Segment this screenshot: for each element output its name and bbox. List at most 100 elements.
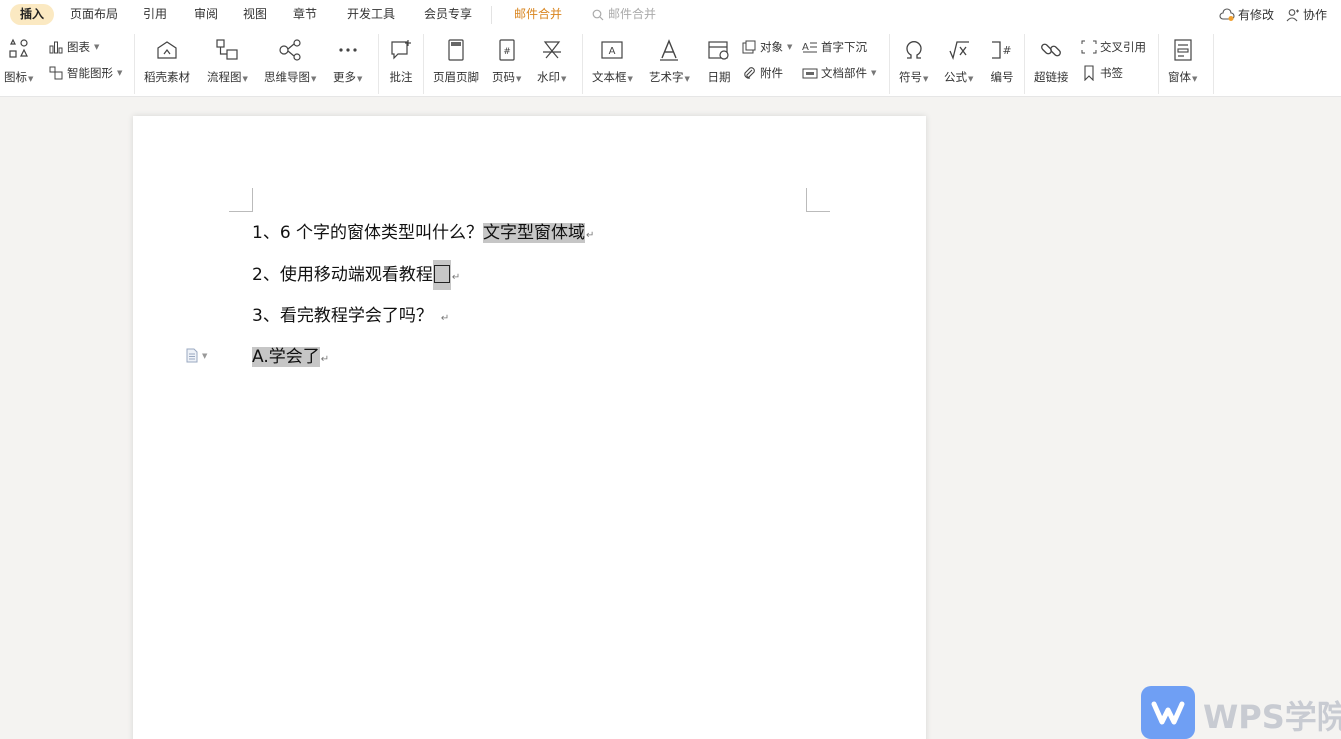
paragraph-answer[interactable]: A.学会了↵ bbox=[252, 342, 329, 372]
tab-references[interactable]: 引用 bbox=[133, 4, 177, 25]
drop-cap-label: 首字下沉 bbox=[821, 40, 867, 54]
comment-button[interactable]: 批注 bbox=[388, 37, 414, 85]
tab-view[interactable]: 视图 bbox=[233, 4, 277, 25]
form-button[interactable]: 窗体▼ bbox=[1168, 37, 1197, 85]
doc-parts-icon bbox=[802, 65, 818, 81]
daoke-label: 稻壳素材 bbox=[144, 70, 190, 84]
svg-text:#: # bbox=[1002, 44, 1011, 57]
chevron-down-icon: ▼ bbox=[94, 43, 100, 51]
watermark-button[interactable]: 水印▼ bbox=[537, 37, 566, 85]
chevron-down-icon: ▼ bbox=[357, 75, 363, 83]
tab-chapter[interactable]: 章节 bbox=[283, 4, 327, 25]
page-number-button[interactable]: # 页码▼ bbox=[492, 37, 521, 85]
more-button[interactable]: 更多▼ bbox=[333, 37, 362, 85]
smart-shape-button[interactable]: 智能图形 ▼ bbox=[48, 65, 122, 81]
daoke-materials-button[interactable]: 稻壳素材 bbox=[144, 37, 190, 85]
ribbon-separator bbox=[1158, 34, 1159, 94]
more-icon bbox=[335, 37, 361, 63]
comment-label: 批注 bbox=[389, 70, 413, 84]
icons-label: 图标 bbox=[4, 70, 27, 84]
header-footer-label: 页眉页脚 bbox=[433, 70, 479, 84]
paragraph-mark-icon: ↵ bbox=[586, 230, 595, 241]
question-1-text: 1、6 个字的窗体类型叫什么？ bbox=[252, 223, 484, 243]
bookmark-button[interactable]: 书签 bbox=[1081, 65, 1123, 81]
shapes-icon bbox=[6, 37, 32, 63]
margin-corner-top-left bbox=[229, 188, 253, 212]
mindmap-button[interactable]: 思维导图▼ bbox=[264, 37, 316, 85]
mindmap-icon bbox=[277, 37, 303, 63]
doc-parts-label: 文档部件 bbox=[821, 66, 867, 80]
formula-button[interactable]: 公式▼ bbox=[944, 37, 973, 85]
formula-label: 公式 bbox=[944, 70, 967, 84]
flowchart-icon bbox=[214, 37, 240, 63]
paragraph-mark-icon: ↵ bbox=[440, 313, 450, 324]
doc-parts-button[interactable]: 文档部件 ▼ bbox=[802, 65, 876, 81]
chevron-down-icon: ▼ bbox=[561, 75, 567, 83]
tab-insert[interactable]: 插入 bbox=[10, 4, 55, 25]
numbering-label: 编号 bbox=[990, 70, 1014, 84]
chevron-down-icon: ▼ bbox=[684, 75, 690, 83]
search-icon bbox=[592, 9, 604, 20]
chart-button[interactable]: 图表 ▼ bbox=[48, 39, 99, 55]
hyperlink-button[interactable]: 超链接 bbox=[1034, 37, 1069, 85]
modified-label: 有修改 bbox=[1237, 8, 1274, 22]
command-search[interactable]: 邮件合并 bbox=[592, 4, 656, 25]
paragraph-question-2[interactable]: 2、使用移动端观看教程 ↵ bbox=[252, 260, 460, 290]
text-form-field[interactable]: 文字型窗体域 bbox=[483, 223, 586, 243]
document-page[interactable]: 1、6 个字的窗体类型叫什么？文字型窗体域↵ 2、使用移动端观看教程 ↵ 3、看完… bbox=[133, 116, 926, 739]
field-options-button[interactable]: ▼ bbox=[185, 348, 207, 363]
checkbox-form-field[interactable] bbox=[432, 260, 451, 290]
chevron-down-icon: ▼ bbox=[28, 75, 34, 83]
flowchart-button[interactable]: 流程图▼ bbox=[207, 37, 248, 85]
drop-cap-icon: A bbox=[802, 39, 818, 55]
tab-review[interactable]: 审阅 bbox=[184, 4, 228, 25]
paragraph-question-1[interactable]: 1、6 个字的窗体类型叫什么？文字型窗体域↵ bbox=[252, 218, 594, 248]
collaborate-button[interactable]: 协作 bbox=[1286, 6, 1327, 23]
smart-shape-label: 智能图形 bbox=[67, 66, 113, 80]
numbering-icon: # bbox=[989, 37, 1015, 63]
attachment-button[interactable]: 附件 bbox=[741, 65, 783, 81]
flowchart-label: 流程图 bbox=[207, 70, 242, 84]
dropdown-form-field[interactable]: A.学会了 bbox=[252, 347, 320, 367]
chevron-down-icon: ▼ bbox=[311, 75, 317, 83]
object-button[interactable]: 对象 ▼ bbox=[741, 39, 792, 55]
tab-page-layout[interactable]: 页面布局 bbox=[60, 4, 128, 25]
date-label: 日期 bbox=[707, 70, 731, 84]
ribbon-separator bbox=[889, 34, 890, 94]
page-number-icon: # bbox=[494, 37, 520, 63]
wordart-icon bbox=[656, 37, 682, 63]
header-footer-button[interactable]: 页眉页脚 bbox=[433, 37, 479, 85]
textbox-icon: A bbox=[599, 37, 625, 63]
mindmap-label: 思维导图 bbox=[264, 70, 310, 84]
icons-button[interactable]: 图标▼ bbox=[4, 37, 33, 85]
attachment-label: 附件 bbox=[760, 66, 783, 80]
paragraph-question-3[interactable]: 3、看完教程学会了吗？ ↵ bbox=[252, 301, 449, 331]
chevron-down-icon: ▼ bbox=[117, 69, 123, 77]
textbox-button[interactable]: A 文本框▼ bbox=[592, 37, 633, 85]
object-label: 对象 bbox=[760, 40, 783, 54]
cross-reference-button[interactable]: 交叉引用 bbox=[1081, 39, 1146, 55]
drop-cap-button[interactable]: A 首字下沉 bbox=[802, 39, 867, 55]
tab-member[interactable]: 会员专享 bbox=[414, 4, 482, 25]
chevron-down-icon: ▼ bbox=[627, 75, 633, 83]
header-footer-icon bbox=[443, 37, 469, 63]
numbering-button[interactable]: # 编号 bbox=[989, 37, 1015, 85]
svg-text:#: # bbox=[503, 47, 511, 57]
symbol-button[interactable]: 符号▼ bbox=[899, 37, 928, 85]
tab-developer-tools[interactable]: 开发工具 bbox=[337, 4, 405, 25]
question-2-text: 2、使用移动端观看教程 bbox=[252, 265, 433, 285]
wordart-button[interactable]: 艺术字▼ bbox=[649, 37, 690, 85]
chevron-down-icon: ▼ bbox=[516, 75, 522, 83]
date-button[interactable]: 日期 bbox=[706, 37, 732, 85]
question-3-text: 3、看完教程学会了吗？ bbox=[252, 306, 433, 326]
chevron-down-icon: ▼ bbox=[202, 351, 208, 360]
form-icon bbox=[1170, 37, 1196, 63]
modified-status-button[interactable]: 有修改 bbox=[1219, 6, 1274, 23]
ribbon-separator bbox=[1024, 34, 1025, 94]
tab-separator bbox=[491, 6, 492, 24]
paragraph-mark-icon: ↵ bbox=[320, 354, 330, 365]
wps-w-icon bbox=[1151, 701, 1185, 724]
chevron-down-icon: ▼ bbox=[242, 75, 248, 83]
cross-reference-label: 交叉引用 bbox=[1100, 40, 1146, 54]
tab-mail-merge[interactable]: 邮件合并 bbox=[504, 4, 572, 25]
